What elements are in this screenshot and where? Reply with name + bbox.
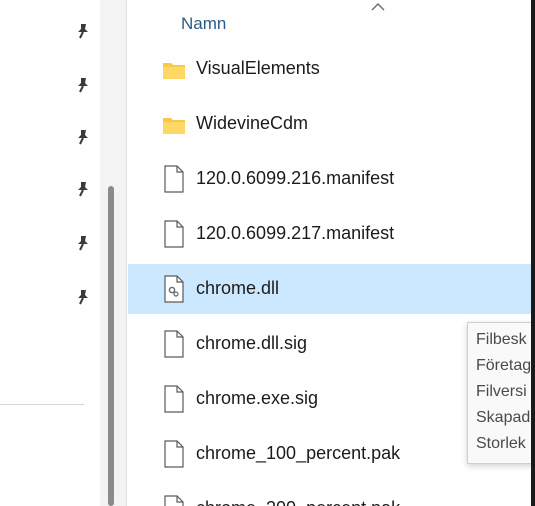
file-info-tooltip: Filbesk Företag Filversi Skapad Storlek <box>467 322 535 464</box>
tooltip-line: Filversi <box>476 383 527 400</box>
file-name: chrome_200_percent.pak <box>196 498 400 506</box>
file-name: 120.0.6099.217.manifest <box>196 223 395 243</box>
file-name: 120.0.6099.216.manifest <box>196 168 395 188</box>
file-icon <box>162 495 186 506</box>
file-name: chrome.dll <box>196 278 280 298</box>
file-row-widevinecdm[interactable]: WidevineCdm <box>128 99 533 149</box>
file-icon <box>162 385 186 413</box>
pin-icon[interactable] <box>74 22 92 40</box>
file-name: chrome.dll.sig <box>196 333 308 353</box>
file-row-visualelements[interactable]: VisualElements <box>128 44 533 94</box>
file-name: WidevineCdm <box>196 113 309 133</box>
file-row-manifest-217[interactable]: 120.0.6099.217.manifest <box>128 209 533 259</box>
pin-icon[interactable] <box>74 180 92 198</box>
scrollbar-thumb[interactable] <box>108 186 114 506</box>
pin-icon[interactable] <box>74 128 92 146</box>
pin-icon[interactable] <box>74 288 92 306</box>
window-edge <box>531 0 535 506</box>
divider <box>0 404 84 405</box>
tooltip-line: Skapad <box>476 409 531 426</box>
file-row-chrome-dll[interactable]: chrome.dll <box>128 264 533 314</box>
file-name: VisualElements <box>196 58 320 78</box>
tooltip-line: Storlek <box>476 435 526 452</box>
sort-ascending-icon <box>371 3 385 11</box>
tooltip-line: Filbesk <box>476 331 527 348</box>
file-name: chrome.exe.sig <box>196 388 319 408</box>
file-icon <box>162 440 186 468</box>
file-name: chrome_100_percent.pak <box>196 443 401 463</box>
column-header-name[interactable]: Namn <box>181 14 226 34</box>
file-icon <box>162 165 186 193</box>
navigation-pane <box>0 0 108 506</box>
pane-separator[interactable] <box>126 0 127 506</box>
tooltip-line: Företag <box>476 357 532 374</box>
file-row-chrome-200-percent[interactable]: chrome_200_percent.pak <box>128 484 533 506</box>
dll-file-icon <box>162 275 186 303</box>
file-icon <box>162 220 186 248</box>
pin-icon[interactable] <box>74 234 92 252</box>
pin-icon[interactable] <box>74 76 92 94</box>
file-row-manifest-216[interactable]: 120.0.6099.216.manifest <box>128 154 533 204</box>
folder-icon <box>162 110 186 138</box>
file-icon <box>162 330 186 358</box>
folder-icon <box>162 55 186 83</box>
